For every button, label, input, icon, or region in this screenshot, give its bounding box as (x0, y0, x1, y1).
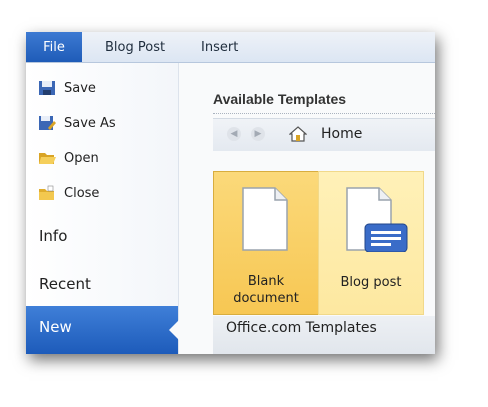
open-label: Open (64, 150, 99, 166)
heading-divider (213, 113, 435, 114)
template-blank-label-line1: Blank (247, 274, 285, 289)
sidebar-item-info[interactable]: Info (39, 227, 67, 245)
home-icon[interactable] (289, 126, 307, 142)
selection-pointer (169, 320, 179, 340)
sidebar-item-new-label: New (39, 318, 72, 336)
sidebar-item-new[interactable]: New (26, 306, 179, 354)
save-as-label: Save As (64, 115, 116, 131)
close-command[interactable]: Close (38, 181, 99, 205)
open-command[interactable]: Open (38, 146, 99, 170)
template-nav-bar: ◀ ▶ Home (213, 118, 435, 151)
home-link[interactable]: Home (321, 126, 362, 142)
office-templates-label[interactable]: Office.com Templates (226, 320, 377, 336)
template-blank-label-line2: document (233, 291, 299, 306)
backstage-window: File Blog Post Insert Save Save As Open … (26, 32, 435, 354)
save-as-command[interactable]: Save As (38, 111, 116, 135)
close-folder-icon (39, 185, 54, 200)
save-label: Save (64, 80, 96, 96)
blog-post-icon (346, 187, 408, 252)
open-folder-icon (39, 153, 56, 164)
save-icon (39, 81, 55, 95)
tab-file[interactable]: File (26, 32, 82, 62)
ribbon-tab-bar: File Blog Post Insert (26, 32, 435, 63)
template-blank-document[interactable]: Blank document (213, 171, 319, 315)
template-blog-post-label: Blog post (340, 275, 402, 290)
save-as-icon (39, 116, 56, 130)
save-command[interactable]: Save (38, 76, 96, 100)
template-blog-post[interactable]: Blog post (318, 171, 424, 315)
forward-arrow-icon[interactable]: ▶ (251, 127, 265, 141)
tab-insert[interactable]: Insert (201, 32, 238, 62)
sidebar-item-recent[interactable]: Recent (39, 275, 91, 293)
close-label: Close (64, 185, 100, 201)
back-arrow-icon[interactable]: ◀ (227, 127, 241, 141)
template-gallery: Blank document Blog post (213, 171, 435, 316)
blank-document-icon (242, 187, 288, 251)
available-templates-heading: Available Templates (213, 91, 347, 107)
tab-blog-post[interactable]: Blog Post (105, 32, 165, 62)
